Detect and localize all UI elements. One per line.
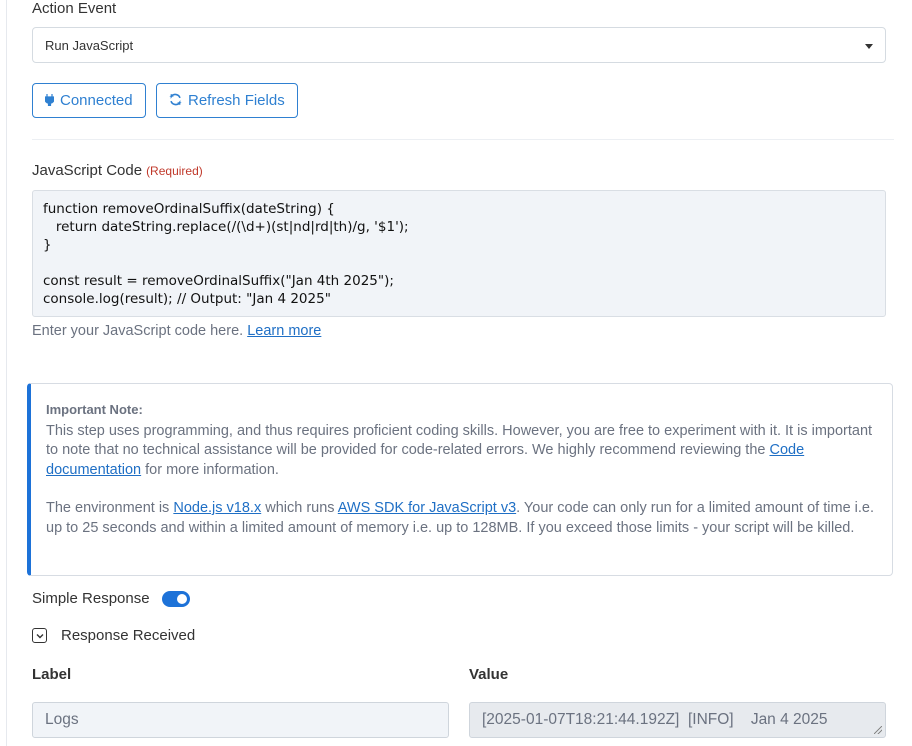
nodejs-link[interactable]: Node.js v18.x xyxy=(173,500,261,516)
connected-button[interactable]: Connected xyxy=(32,83,146,118)
simple-response-label: Simple Response xyxy=(32,590,150,607)
code-hint: Enter your JavaScript code here. Learn m… xyxy=(32,323,321,339)
note-p2-text: The environment is xyxy=(46,500,174,516)
note-paragraph-1: This step uses programming, and thus req… xyxy=(46,422,874,481)
note-p1-end: for more information. xyxy=(141,461,279,478)
refresh-fields-button[interactable]: Refresh Fields xyxy=(156,83,298,118)
simple-response-row: Simple Response xyxy=(32,590,190,607)
response-value-field[interactable]: [2025-01-07T18:21:44.192Z] [INFO] Jan 4 … xyxy=(469,702,886,738)
response-value-text: [2025-01-07T18:21:44.192Z] [INFO] Jan 4 … xyxy=(482,711,828,728)
plug-icon xyxy=(44,93,55,108)
note-paragraph-2: The environment is Node.js v18.x which r… xyxy=(46,499,874,538)
note-p1-text: This step uses programming, and thus req… xyxy=(46,422,873,459)
response-received-toggle[interactable]: Response Received xyxy=(32,627,195,644)
toggle-knob xyxy=(176,593,187,604)
action-event-label: Action Event xyxy=(32,0,117,17)
connected-label: Connected xyxy=(60,92,133,109)
note-p2-mid: which runs xyxy=(261,500,338,516)
refresh-fields-label: Refresh Fields xyxy=(188,92,285,109)
required-indicator: (Required) xyxy=(146,164,203,178)
simple-response-toggle[interactable] xyxy=(161,590,190,607)
chevron-down-icon xyxy=(32,628,47,643)
value-column-header: Value xyxy=(469,666,509,683)
section-divider xyxy=(32,139,894,140)
learn-more-link[interactable]: Learn more xyxy=(247,323,321,339)
action-event-select[interactable]: Run JavaScript xyxy=(32,27,886,63)
refresh-icon xyxy=(169,93,182,108)
caret-down-icon xyxy=(865,44,873,49)
response-label-field[interactable]: Logs xyxy=(32,702,449,738)
javascript-code-label: JavaScript Code (Required) xyxy=(32,162,203,179)
javascript-code-editor[interactable]: function removeOrdinalSuffix(dateString)… xyxy=(32,190,886,317)
javascript-code-label-text: JavaScript Code xyxy=(32,162,143,179)
note-title: Important Note: xyxy=(46,402,143,417)
panel-left-border xyxy=(6,0,7,746)
important-note-box: Important Note: This step uses programmi… xyxy=(27,383,893,576)
label-column-header: Label xyxy=(32,666,72,683)
aws-sdk-link[interactable]: AWS SDK for JavaScript v3 xyxy=(338,500,516,516)
action-event-selected-value: Run JavaScript xyxy=(45,38,134,53)
response-received-label: Response Received xyxy=(61,627,196,644)
code-hint-text: Enter your JavaScript code here. xyxy=(32,323,244,339)
resize-handle-icon[interactable] xyxy=(874,726,882,734)
